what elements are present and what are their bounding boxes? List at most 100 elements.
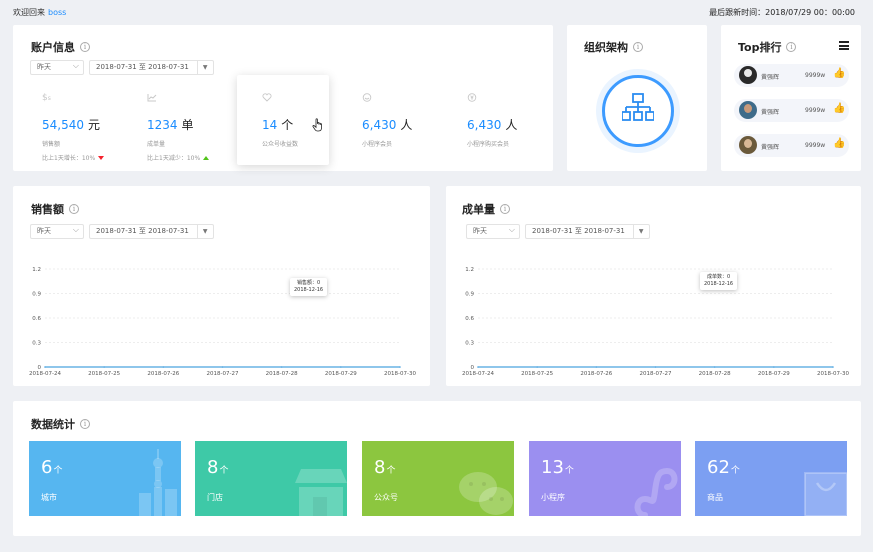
account-date-range[interactable]: 2018-07-31 至 2018-07-31 ▼ (89, 60, 215, 75)
sales-chart-data-point[interactable] (340, 366, 342, 368)
orders-chart-data-point[interactable] (536, 366, 538, 368)
stat-official-account-label: 公众号 (374, 493, 398, 502)
stat-official-account-value: 8 (374, 457, 386, 478)
orders-chart-data-point[interactable] (713, 366, 716, 368)
sales-chart-x-tick-label: 2018-07-28 (266, 371, 298, 377)
orders-date-range-text: 2018-07-31 至 2018-07-31 (532, 227, 625, 235)
sales-chart-y-tick-label: 0.9 (32, 292, 41, 298)
info-icon[interactable]: i (80, 419, 90, 429)
orders-chart-data-point[interactable] (773, 366, 775, 368)
sales-chart-data-point[interactable] (162, 366, 165, 368)
hand-cursor-icon (312, 118, 322, 132)
metric-orders-trend: 比上1天减少：10% (147, 153, 210, 162)
sales-chart-data-point[interactable] (399, 366, 401, 368)
miniprogram-icon (634, 467, 678, 516)
stat-city-value: 6 (41, 457, 53, 478)
orders-chart-y-tick-label: 0.3 (465, 341, 474, 347)
sales-chart-data-point[interactable] (221, 366, 224, 368)
stat-tile-goods[interactable]: 62个 商品 (695, 441, 847, 516)
metric-mini-members-unit: 人 (400, 118, 413, 132)
sales-chart-data-point[interactable] (280, 366, 283, 368)
stat-official-account-unit: 个 (386, 466, 396, 476)
orders-line-chart: 00.30.60.91.22018-07-24 2018-07-25 2018-07… (462, 267, 849, 377)
thumbs-up-icon: 👍 (833, 68, 846, 79)
metric-orders-value: 1234 (147, 118, 178, 132)
sales-date-range[interactable]: 2018-07-31 至 2018-07-31 ▼ (89, 224, 215, 239)
orders-date-range[interactable]: 2018-07-31 至 2018-07-31 ▼ (525, 224, 651, 239)
orders-title-text: 成单量 (462, 203, 495, 216)
sales-filter: 昨天 2018-07-31 至 2018-07-31 ▼ (30, 223, 215, 239)
welcome-text: 欢迎回来 boss (13, 7, 66, 18)
stat-tile-official-account[interactable]: 8个 公众号 (362, 441, 514, 516)
info-icon[interactable]: i (69, 204, 79, 214)
rank-item[interactable]: 黄强辉 9999w 👍 (734, 64, 849, 87)
sales-date-range-text: 2018-07-31 至 2018-07-31 (96, 227, 189, 235)
sales-chart-x-tick-label: 2018-07-27 (207, 371, 239, 377)
rank-item[interactable]: 黄强辉 9999w 👍 (734, 99, 849, 122)
rank-amount: 9999w (805, 142, 826, 149)
yen-coin-icon (467, 93, 477, 105)
orders-chart-x-tick-label: 2018-07-29 (758, 371, 790, 377)
orders-tooltip: 成单数：0 2018-12-16 (700, 272, 738, 290)
sales-tooltip-value: 销售额：0 (296, 280, 321, 286)
info-icon[interactable]: i (633, 42, 643, 52)
account-period-select[interactable]: 昨天 (30, 59, 84, 75)
sales-chart-data-point[interactable] (44, 366, 46, 368)
sales-title-text: 销售额 (31, 203, 64, 216)
store-icon (295, 469, 347, 516)
stat-tile-store[interactable]: 8个 门店 (195, 441, 347, 516)
caret-down-icon[interactable]: ▼ (632, 225, 643, 238)
avatar (739, 66, 757, 84)
orders-chart-data-point[interactable] (832, 366, 834, 368)
info-icon[interactable]: i (786, 42, 797, 52)
metric-sales-value: 54,540 (42, 118, 84, 132)
thumbs-up-icon: 👍 (833, 138, 846, 149)
info-icon[interactable]: i (80, 42, 90, 52)
metric-official-account-value: 14 (262, 118, 278, 132)
metric-sales-label: 销售额 (42, 141, 61, 148)
sales-tooltip: 销售额：0 2018-12-16 (290, 278, 328, 296)
caret-down-icon[interactable]: ▼ (196, 225, 207, 238)
sales-chart-x-tick-label: 2018-07-24 (29, 371, 61, 377)
stat-store-unit: 个 (219, 466, 229, 476)
sales-period-select[interactable]: 昨天 (30, 223, 84, 239)
caret-down-icon[interactable]: ▼ (196, 61, 207, 74)
metric-mini-buyers-value: 6,430 (467, 118, 502, 132)
orders-chart-data-point[interactable] (595, 366, 598, 368)
orders-chart-data-point[interactable] (477, 366, 479, 368)
top-ranking-title-text: Top排行 (738, 41, 782, 54)
city-icon (139, 449, 177, 516)
menu-icon[interactable] (839, 41, 849, 50)
org-title: 组织架构 i (584, 39, 643, 55)
rank-item[interactable]: 黄强辉 9999w 👍 (734, 134, 849, 157)
stat-tile-city[interactable]: 6个 城市 (29, 441, 181, 516)
account-info-title: 账户信息 i (31, 39, 90, 55)
username-link[interactable]: boss (48, 8, 66, 17)
org-chart-button[interactable] (602, 75, 674, 147)
metric-mini-buyers-label: 小程序购买会员 (467, 141, 510, 148)
account-info-title-text: 账户信息 (31, 41, 75, 54)
stat-city-label: 城市 (41, 493, 57, 502)
sales-line-chart: 00.30.60.91.22018-07-24 2018-07-25 2018-07… (29, 267, 416, 377)
wechat-icon (459, 472, 513, 515)
avatar (739, 136, 757, 154)
orders-chart-data-point[interactable] (654, 366, 657, 368)
metric-official-account-unit: 个 (281, 118, 294, 132)
stat-goods-label: 商品 (707, 493, 723, 502)
info-icon[interactable]: i (500, 204, 510, 214)
sales-chart-data-point[interactable] (103, 366, 105, 368)
orders-period-select[interactable]: 昨天 (466, 223, 520, 239)
stat-store-value: 8 (207, 457, 219, 478)
welcome-label: 欢迎回来 (13, 8, 45, 17)
sales-title: 销售额 i (31, 201, 79, 217)
rank-name: 黄强辉 (761, 74, 780, 81)
shopping-bag-icon (804, 472, 847, 516)
stats-title-text: 数据统计 (31, 418, 75, 431)
dollar-icon: $s (42, 93, 51, 103)
stat-tile-mini-program[interactable]: 13个 小程序 (529, 441, 681, 516)
metric-sales-trend-text: 比上1天增长：10% (42, 155, 96, 162)
stat-goods-unit: 个 (730, 466, 740, 476)
orders-chart-x-tick-label: 2018-07-24 (462, 371, 494, 377)
trend-up-icon (203, 156, 210, 160)
metric-orders-label: 成单量 (147, 141, 166, 148)
